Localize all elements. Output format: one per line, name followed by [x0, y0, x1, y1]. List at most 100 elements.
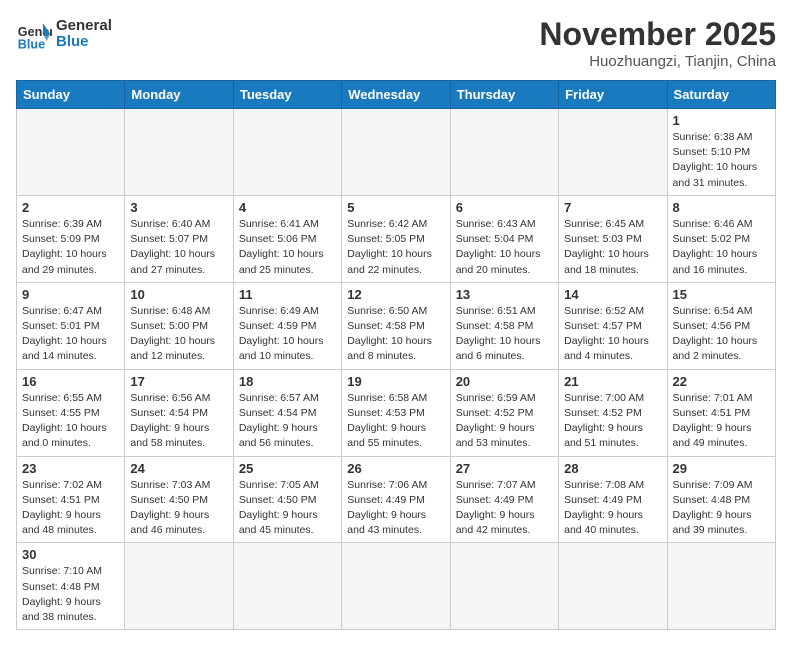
day-info: Sunrise: 6:58 AM Sunset: 4:53 PM Dayligh…	[347, 391, 444, 452]
weekday-header-row: SundayMondayTuesdayWednesdayThursdayFrid…	[17, 81, 776, 109]
day-info: Sunrise: 6:48 AM Sunset: 5:00 PM Dayligh…	[130, 304, 227, 365]
calendar: SundayMondayTuesdayWednesdayThursdayFrid…	[16, 80, 776, 630]
calendar-cell: 3Sunrise: 6:40 AM Sunset: 5:07 PM Daylig…	[125, 195, 233, 282]
calendar-cell: 25 Sunrise: 7:05 AM Sunset: 4:50 PM Dayli…	[233, 456, 341, 543]
page-header: General Blue General Blue November 2025 …	[16, 16, 776, 70]
calendar-cell: 28 Sunrise: 7:08 AM Sunset: 4:49 PM Dayli…	[559, 456, 667, 543]
day-number: 18	[239, 374, 336, 389]
calendar-cell: 5 Sunrise: 6:42 AM Sunset: 5:05 PM Daylig…	[342, 195, 450, 282]
day-info: Sunrise: 6:55 AM Sunset: 4:55 PM Dayligh…	[22, 391, 119, 452]
calendar-cell: 21 Sunrise: 7:00 AM Sunset: 4:52 PM Dayli…	[559, 369, 667, 456]
day-info: Sunrise: 6:42 AM Sunset: 5:05 PM Dayligh…	[347, 217, 444, 278]
day-info: Sunrise: 7:00 AM Sunset: 4:52 PM Dayligh…	[564, 391, 661, 452]
day-info: Sunrise: 6:50 AM Sunset: 4:58 PM Dayligh…	[347, 304, 444, 365]
day-number: 11	[239, 287, 336, 302]
week-row-6: 30 Sunrise: 7:10 AM Sunset: 4:48 PM Dayli…	[17, 543, 776, 630]
svg-text:Blue: Blue	[18, 37, 45, 51]
day-info: Sunrise: 7:07 AM Sunset: 4:49 PM Dayligh…	[456, 478, 553, 539]
day-number: 17	[130, 374, 227, 389]
calendar-cell	[559, 109, 667, 196]
day-number: 21	[564, 374, 661, 389]
calendar-cell	[125, 109, 233, 196]
calendar-cell	[342, 109, 450, 196]
day-info: Sunrise: 6:49 AM Sunset: 4:59 PM Dayligh…	[239, 304, 336, 365]
calendar-cell: 30 Sunrise: 7:10 AM Sunset: 4:48 PM Dayli…	[17, 543, 125, 630]
calendar-cell: 23Sunrise: 7:02 AM Sunset: 4:51 PM Dayli…	[17, 456, 125, 543]
day-number: 26	[347, 461, 444, 476]
day-number: 12	[347, 287, 444, 302]
calendar-cell: 27 Sunrise: 7:07 AM Sunset: 4:49 PM Dayli…	[450, 456, 558, 543]
day-number: 9	[22, 287, 119, 302]
day-number: 30	[22, 547, 119, 562]
day-info: Sunrise: 7:05 AM Sunset: 4:50 PM Dayligh…	[239, 478, 336, 539]
week-row-3: 9 Sunrise: 6:47 AM Sunset: 5:01 PM Daylig…	[17, 282, 776, 369]
calendar-cell	[17, 109, 125, 196]
calendar-cell: 20Sunrise: 6:59 AM Sunset: 4:52 PM Dayli…	[450, 369, 558, 456]
day-number: 28	[564, 461, 661, 476]
day-number: 5	[347, 200, 444, 215]
calendar-cell	[342, 543, 450, 630]
day-info: Sunrise: 6:51 AM Sunset: 4:58 PM Dayligh…	[456, 304, 553, 365]
calendar-cell: 8 Sunrise: 6:46 AM Sunset: 5:02 PM Daylig…	[667, 195, 775, 282]
day-number: 20	[456, 374, 553, 389]
day-info: Sunrise: 6:52 AM Sunset: 4:57 PM Dayligh…	[564, 304, 661, 365]
day-number: 4	[239, 200, 336, 215]
title-block: November 2025 Huozhuangzi, Tianjin, Chin…	[539, 16, 776, 70]
weekday-header-friday: Friday	[559, 81, 667, 109]
day-number: 3	[130, 200, 227, 215]
day-info: Sunrise: 7:03 AM Sunset: 4:50 PM Dayligh…	[130, 478, 227, 539]
calendar-cell: 22Sunrise: 7:01 AM Sunset: 4:51 PM Dayli…	[667, 369, 775, 456]
calendar-cell: 24Sunrise: 7:03 AM Sunset: 4:50 PM Dayli…	[125, 456, 233, 543]
weekday-header-saturday: Saturday	[667, 81, 775, 109]
day-number: 7	[564, 200, 661, 215]
calendar-cell	[450, 109, 558, 196]
calendar-cell: 14 Sunrise: 6:52 AM Sunset: 4:57 PM Dayli…	[559, 282, 667, 369]
day-info: Sunrise: 6:43 AM Sunset: 5:04 PM Dayligh…	[456, 217, 553, 278]
weekday-header-thursday: Thursday	[450, 81, 558, 109]
day-info: Sunrise: 7:01 AM Sunset: 4:51 PM Dayligh…	[673, 391, 770, 452]
weekday-header-sunday: Sunday	[17, 81, 125, 109]
day-info: Sunrise: 7:10 AM Sunset: 4:48 PM Dayligh…	[22, 564, 119, 625]
calendar-cell: 12 Sunrise: 6:50 AM Sunset: 4:58 PM Dayli…	[342, 282, 450, 369]
calendar-cell	[559, 543, 667, 630]
week-row-1: 1Sunrise: 6:38 AM Sunset: 5:10 PM Daylig…	[17, 109, 776, 196]
day-number: 8	[673, 200, 770, 215]
day-info: Sunrise: 6:54 AM Sunset: 4:56 PM Dayligh…	[673, 304, 770, 365]
calendar-cell	[233, 109, 341, 196]
calendar-cell: 7 Sunrise: 6:45 AM Sunset: 5:03 PM Daylig…	[559, 195, 667, 282]
calendar-cell: 26 Sunrise: 7:06 AM Sunset: 4:49 PM Dayli…	[342, 456, 450, 543]
calendar-cell: 13 Sunrise: 6:51 AM Sunset: 4:58 PM Dayli…	[450, 282, 558, 369]
day-info: Sunrise: 6:41 AM Sunset: 5:06 PM Dayligh…	[239, 217, 336, 278]
week-row-5: 23Sunrise: 7:02 AM Sunset: 4:51 PM Dayli…	[17, 456, 776, 543]
day-info: Sunrise: 6:45 AM Sunset: 5:03 PM Dayligh…	[564, 217, 661, 278]
calendar-cell: 10 Sunrise: 6:48 AM Sunset: 5:00 PM Dayli…	[125, 282, 233, 369]
day-number: 13	[456, 287, 553, 302]
calendar-cell	[233, 543, 341, 630]
day-info: Sunrise: 6:57 AM Sunset: 4:54 PM Dayligh…	[239, 391, 336, 452]
calendar-cell: 11 Sunrise: 6:49 AM Sunset: 4:59 PM Dayli…	[233, 282, 341, 369]
day-number: 10	[130, 287, 227, 302]
location: Huozhuangzi, Tianjin, China	[539, 53, 776, 70]
day-info: Sunrise: 6:47 AM Sunset: 5:01 PM Dayligh…	[22, 304, 119, 365]
day-number: 14	[564, 287, 661, 302]
calendar-cell	[125, 543, 233, 630]
day-number: 25	[239, 461, 336, 476]
week-row-4: 16Sunrise: 6:55 AM Sunset: 4:55 PM Dayli…	[17, 369, 776, 456]
day-info: Sunrise: 6:46 AM Sunset: 5:02 PM Dayligh…	[673, 217, 770, 278]
calendar-cell	[450, 543, 558, 630]
calendar-cell: 15Sunrise: 6:54 AM Sunset: 4:56 PM Dayli…	[667, 282, 775, 369]
calendar-cell	[667, 543, 775, 630]
calendar-cell: 16Sunrise: 6:55 AM Sunset: 4:55 PM Dayli…	[17, 369, 125, 456]
logo-general: General	[56, 18, 112, 35]
day-number: 23	[22, 461, 119, 476]
day-number: 27	[456, 461, 553, 476]
day-info: Sunrise: 7:08 AM Sunset: 4:49 PM Dayligh…	[564, 478, 661, 539]
calendar-cell: 2Sunrise: 6:39 AM Sunset: 5:09 PM Daylig…	[17, 195, 125, 282]
calendar-cell: 1Sunrise: 6:38 AM Sunset: 5:10 PM Daylig…	[667, 109, 775, 196]
calendar-cell: 17Sunrise: 6:56 AM Sunset: 4:54 PM Dayli…	[125, 369, 233, 456]
calendar-cell: 9 Sunrise: 6:47 AM Sunset: 5:01 PM Daylig…	[17, 282, 125, 369]
weekday-header-monday: Monday	[125, 81, 233, 109]
calendar-cell: 19Sunrise: 6:58 AM Sunset: 4:53 PM Dayli…	[342, 369, 450, 456]
day-info: Sunrise: 7:06 AM Sunset: 4:49 PM Dayligh…	[347, 478, 444, 539]
weekday-header-wednesday: Wednesday	[342, 81, 450, 109]
